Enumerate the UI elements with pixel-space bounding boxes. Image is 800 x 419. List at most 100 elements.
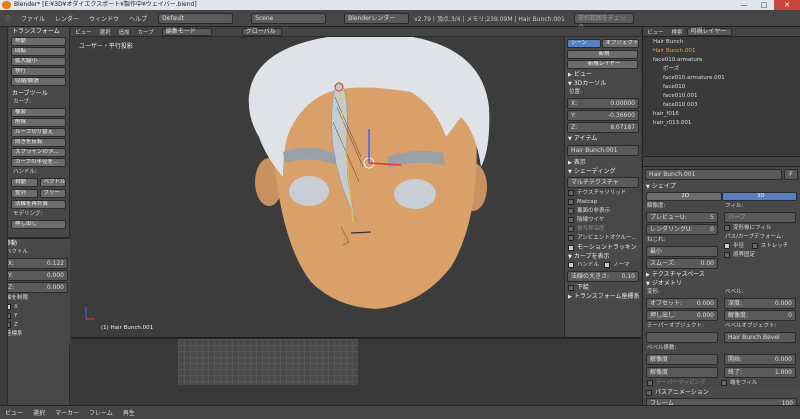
cursor-x-field[interactable]: X: 0.00000	[567, 98, 639, 109]
shading-section[interactable]: ▼ シェーディング	[565, 167, 641, 176]
radius-stretch-check[interactable]: 半径 ストレッチ	[721, 242, 799, 251]
cursor-y-field[interactable]: Y: -0.36600	[567, 110, 639, 121]
bounds-clamp-check[interactable]: 境界固定	[721, 251, 799, 260]
cursor-section[interactable]: ▼ 3Dカーソル	[565, 79, 641, 88]
shape-section[interactable]: ▼ シェイプ	[643, 182, 800, 191]
viewport-add-menu[interactable]: 追加	[115, 28, 134, 36]
new-button[interactable]: 新規	[567, 50, 638, 59]
outliner-row[interactable]: hair_r013.001	[647, 119, 800, 128]
outliner-row[interactable]: face010.001	[647, 92, 800, 101]
fake-user-button[interactable]: F	[784, 169, 798, 180]
option-ambient-occlusion[interactable]: アンビエントオクルー...	[565, 234, 641, 243]
layout-select[interactable]: Default	[158, 12, 234, 24]
depth-field[interactable]: 深度: 0.000	[724, 298, 796, 309]
menu-window[interactable]: ウィンドウ	[84, 14, 124, 23]
viewport-curve-menu[interactable]: カーブ	[134, 28, 158, 36]
operator-header[interactable]: 移動	[2, 239, 70, 248]
menu-render[interactable]: レンダー	[50, 14, 84, 23]
outliner-display-select[interactable]: 可視レイヤー	[686, 27, 732, 36]
menu-help[interactable]: ヘルプ	[124, 14, 152, 23]
outliner-row[interactable]: face010	[647, 83, 800, 92]
recalc-normals-button[interactable]: 法線を再計算	[11, 200, 66, 209]
maximize-button[interactable]: □	[754, 0, 774, 10]
orientation-select[interactable]: グローバル	[241, 27, 282, 36]
viewport-view-menu[interactable]: ビュー	[71, 28, 96, 36]
move-button[interactable]: 移行	[11, 67, 66, 76]
object-tab[interactable]: オブジェクト	[601, 39, 639, 48]
datablock-name-field[interactable]: Hair Bunch.001	[645, 169, 782, 180]
menu-file[interactable]: ファイル	[16, 14, 50, 23]
option-hidden-wire[interactable]: 陰線ワイヤ	[565, 216, 641, 225]
fill-select[interactable]: ハーフ	[724, 212, 796, 223]
option-depth-of-field[interactable]: 被写界深度	[565, 225, 641, 234]
vector-x-field[interactable]: X: 0.122	[4, 258, 68, 269]
status-marker-menu[interactable]: マーカー	[50, 408, 84, 417]
bevel-resolution-field[interactable]: 解像度: 0	[724, 310, 796, 321]
shading-mode-select[interactable]: マルチテクスチャ	[567, 177, 639, 188]
motion-tracking-section[interactable]: モーショントラッキン	[565, 243, 641, 252]
outliner-row[interactable]: face010.armature.001	[647, 74, 800, 83]
twist-select[interactable]: 最小	[646, 246, 718, 257]
path-animation-section[interactable]: パスアニメーション	[643, 388, 800, 397]
vector-y-field[interactable]: Y: 0.000	[4, 270, 68, 281]
status-select-menu[interactable]: 選択	[28, 408, 50, 417]
offset-field[interactable]: オフセット: 0.000	[646, 298, 718, 309]
status-frame-menu[interactable]: フレーム	[84, 408, 118, 417]
rotate-button[interactable]: 回転	[11, 47, 66, 56]
fill-deform-check[interactable]: 変形後にフィル	[721, 224, 799, 233]
select-check-button[interactable]: 選択範囲をチェック	[573, 12, 634, 31]
minimize-button[interactable]: —	[734, 0, 754, 10]
status-view-menu[interactable]: ビュー	[0, 408, 28, 417]
outliner-row[interactable]: hair_f016	[647, 110, 800, 119]
option-backface-culling[interactable]: 裏面の非表示	[565, 207, 641, 216]
bevel-end-field[interactable]: 終了: 1.000	[724, 367, 796, 378]
taper-map-fill-caps[interactable]: テーパーマッピング 端をフィル	[643, 379, 800, 388]
handle-vector-button[interactable]: ベクトル	[39, 178, 66, 187]
vector-z-field[interactable]: Z: 0.000	[4, 282, 68, 293]
curve-radius-button[interactable]: カーブの半径を…	[11, 158, 66, 167]
geometry-section[interactable]: ▼ ジオメトリ	[643, 279, 800, 288]
item-section[interactable]: ▼ アイテム	[565, 134, 641, 143]
render-engine-select[interactable]: Blenderレンダー	[344, 12, 410, 24]
delete-button[interactable]: 削除	[11, 118, 66, 127]
handle-auto-button[interactable]: 自動	[11, 178, 38, 187]
3d-viewport[interactable]: ユーザー・平行投影 (1) Hair Bunch.001	[71, 37, 641, 337]
status-playback-menu[interactable]: 再生	[118, 408, 140, 417]
constraint-y[interactable]: Y	[2, 312, 70, 321]
scene-tab[interactable]: シーン	[567, 39, 601, 48]
translate-button[interactable]: 移動	[11, 37, 66, 46]
outliner-row[interactable]: ポーズ	[647, 65, 800, 74]
bevel-object-field[interactable]: Hair Bunch Bevel	[724, 332, 796, 343]
tool-tabs[interactable]	[0, 27, 8, 405]
outliner-row[interactable]: face010.armature	[647, 56, 800, 65]
extrude-button[interactable]: 押し出し	[11, 220, 66, 229]
outliner-row[interactable]: Hair Bunch	[647, 38, 800, 47]
constraint-x[interactable]: X	[2, 303, 70, 312]
bottom-editor[interactable]	[71, 337, 641, 405]
curve-tools-header[interactable]: カーブツール	[9, 89, 69, 98]
close-button[interactable]: ✕	[774, 0, 800, 10]
render-u-field[interactable]: レンダリングU: 0	[646, 224, 718, 235]
cursor-z-field[interactable]: Z: 8.07187	[567, 122, 639, 133]
spline-type-button[interactable]: スプラインのタ…	[11, 148, 66, 157]
viewport-select-menu[interactable]: 選択	[96, 28, 115, 36]
scale-button[interactable]: 拡大縮小	[11, 57, 66, 66]
view-section[interactable]: ▶ ビュー	[565, 70, 641, 79]
2d-button[interactable]: 2D	[646, 192, 722, 201]
curve-display-options[interactable]: ハンドル ノーマ	[565, 261, 641, 270]
bevel-factor-mapping-end[interactable]: 解像度	[646, 367, 718, 378]
option-texture-solid[interactable]: テクスチャソリッド	[565, 189, 641, 198]
outliner-view-menu[interactable]: ビュー	[643, 28, 668, 36]
transform-orient-section[interactable]: ▶ トランスフォーム座標系	[565, 292, 641, 301]
taper-object-field[interactable]	[646, 332, 718, 343]
3d-button[interactable]: 3D	[721, 192, 797, 201]
handle-align-button[interactable]: 整列	[11, 189, 38, 198]
texture-space-section[interactable]: ▶ テクスチャスペース	[643, 270, 800, 279]
normal-size-field[interactable]: 法線の大きさ: 0.10	[567, 271, 639, 282]
shrink-fatten-button[interactable]: 収縮/膨張	[11, 77, 66, 86]
transform-header[interactable]: トランスフォーム	[9, 27, 69, 36]
toggle-cyclic-button[interactable]: ループ切り替え	[11, 128, 66, 137]
new-layer-button[interactable]: 新規レイヤー	[567, 60, 638, 69]
constraint-z[interactable]: Z	[2, 321, 70, 330]
item-name-field[interactable]: Hair Bunch.001	[567, 145, 639, 156]
